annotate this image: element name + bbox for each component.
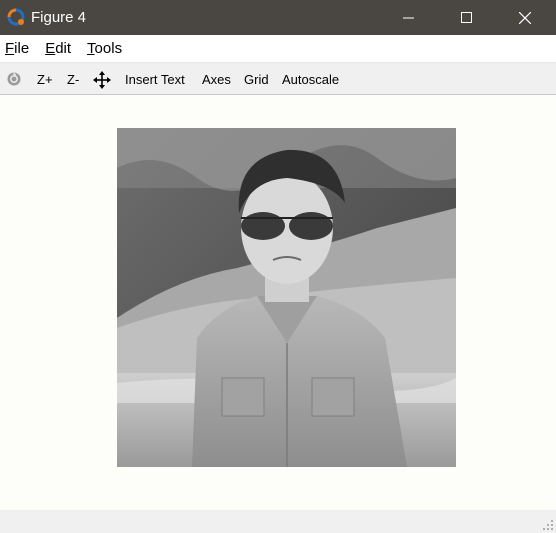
- grid-button[interactable]: Grid: [244, 72, 269, 87]
- zoom-out-button[interactable]: Z-: [67, 72, 79, 87]
- menu-edit-mnemonic: E: [45, 40, 56, 57]
- menu-edit[interactable]: Edit: [40, 40, 76, 57]
- axes-button[interactable]: Axes: [202, 72, 231, 87]
- zoom-in-button[interactable]: Z+: [37, 72, 53, 87]
- minimize-icon: [403, 17, 414, 18]
- insert-text-button[interactable]: Insert Text: [125, 72, 185, 87]
- title-bar: Figure 4: [0, 0, 556, 35]
- status-bar: [0, 510, 556, 533]
- minimize-button[interactable]: [386, 0, 432, 35]
- menu-tools[interactable]: Tools: [82, 40, 127, 57]
- menu-file-label: ile: [14, 40, 30, 57]
- menu-edit-label: dit: [55, 40, 72, 57]
- maximize-button[interactable]: [444, 0, 490, 35]
- figure-toolbar: Z+ Z- Insert Text Axes Grid Autoscale: [0, 62, 556, 95]
- close-button[interactable]: [502, 0, 548, 35]
- maximize-icon: [461, 11, 472, 23]
- menu-tools-mnemonic: T: [87, 40, 95, 57]
- menu-bar: File Edit Tools: [0, 35, 556, 62]
- resize-grip-icon[interactable]: [542, 519, 554, 531]
- menu-file[interactable]: File: [0, 40, 34, 57]
- pan-move-icon[interactable]: [93, 71, 111, 89]
- reset-view-icon[interactable]: [6, 71, 22, 87]
- close-icon: [519, 11, 531, 24]
- grayscale-photo: [117, 128, 456, 467]
- window-title: Figure 4: [31, 9, 87, 26]
- menu-tools-label: ools: [94, 40, 123, 57]
- autoscale-button[interactable]: Autoscale: [282, 72, 339, 87]
- app-logo-icon: [7, 8, 25, 26]
- figure-canvas[interactable]: [0, 96, 556, 510]
- menu-file-mnemonic: F: [5, 40, 15, 57]
